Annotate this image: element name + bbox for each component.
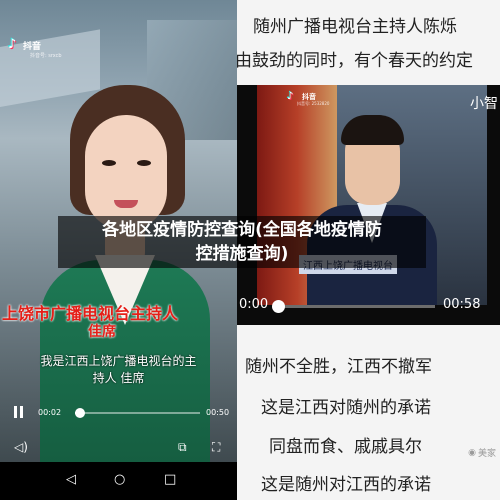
watermark-icon: ◉	[468, 447, 476, 458]
presenter-eye-left	[102, 160, 116, 166]
right-progress-track[interactable]	[272, 300, 435, 313]
douyin-app-name: 抖音	[23, 41, 42, 52]
right-video-frame[interactable]: ♪ 抖音 抖音号: 2532820 小智 江西上饶广播电视台 0:00 00:5…	[237, 85, 500, 325]
right-line-4: 这是随州对江西的承诺	[261, 475, 431, 495]
total-time: 00:50	[206, 408, 230, 417]
right-top-line-1: 随州广播电视台主持人陈烁	[253, 17, 457, 37]
subtitle-line-2: 持人 佳席	[92, 371, 145, 385]
douyin-note-icon: ♪	[8, 37, 17, 52]
volume-icon[interactable]: ◁)	[14, 440, 28, 454]
screenshot-root: ♪ 抖音 抖音号: srxcb 上饶市广播电视台主持人 佳席 我是江西上饶广播电…	[0, 0, 500, 500]
home-icon[interactable]: ○	[114, 472, 125, 487]
fullscreen-icon[interactable]: ⛶	[212, 440, 220, 455]
pause-icon[interactable]	[14, 406, 24, 418]
progress-thumb[interactable]	[75, 408, 85, 418]
subtitle-line-1: 我是江西上饶广播电视台的主	[40, 354, 197, 368]
video-subtitle: 我是江西上饶广播电视台的主 持人 佳席	[0, 353, 237, 387]
back-icon[interactable]: ◁	[66, 472, 76, 487]
douyin-logo: ♪ 抖音	[8, 38, 41, 52]
pip-icon[interactable]: ⧉	[178, 440, 187, 455]
caption-line-1: 上饶市广播电视台主持人	[2, 304, 179, 323]
right-video-controls: 0:00 00:58	[237, 297, 500, 317]
recents-icon[interactable]: □	[164, 472, 176, 487]
presenter-eye-right	[137, 160, 151, 166]
douyin-account-id: 抖音号: srxcb	[30, 53, 62, 59]
right-line-1: 随州不全胜，江西不撤军	[245, 357, 432, 377]
douyin-account-id-small: 抖音号: 2532820	[297, 101, 330, 106]
right-current-time: 0:00	[239, 297, 269, 312]
right-line-3: 同盘而食、戚戚具尔	[269, 437, 422, 457]
right-top-line-2: 由鼓劲的同时，有个春天的约定	[237, 51, 473, 71]
left-video-tools: ◁) ⧉ ⛶	[0, 440, 237, 460]
watermark-text: 美家	[477, 449, 496, 459]
overlay-title-line-1: 各地区疫情防控查询(全国各地疫情防	[102, 220, 382, 240]
caption-line-2: 佳席	[88, 324, 116, 340]
android-nav-bar: ◁ ○ □	[0, 462, 237, 500]
left-video-controls: 00:02 00:50	[0, 398, 237, 428]
anchor-hair	[341, 115, 404, 145]
overlay-title-line-2: 控措施查询)	[195, 244, 289, 264]
current-time: 00:02	[38, 408, 62, 417]
overlay-title: 各地区疫情防控查询(全国各地疫情防 控措施查询)	[58, 216, 426, 268]
presenter-face	[85, 115, 167, 230]
presenter-caption: 上饶市广播电视台主持人 佳席	[0, 305, 237, 341]
right-total-time: 00:58	[443, 297, 481, 312]
right-line-2: 这是江西对随州的承诺	[261, 398, 431, 418]
side-text: 小智	[470, 96, 498, 112]
watermark: ◉ 美家	[468, 446, 496, 460]
progress-track[interactable]	[75, 408, 200, 418]
right-progress-thumb[interactable]	[272, 300, 286, 313]
